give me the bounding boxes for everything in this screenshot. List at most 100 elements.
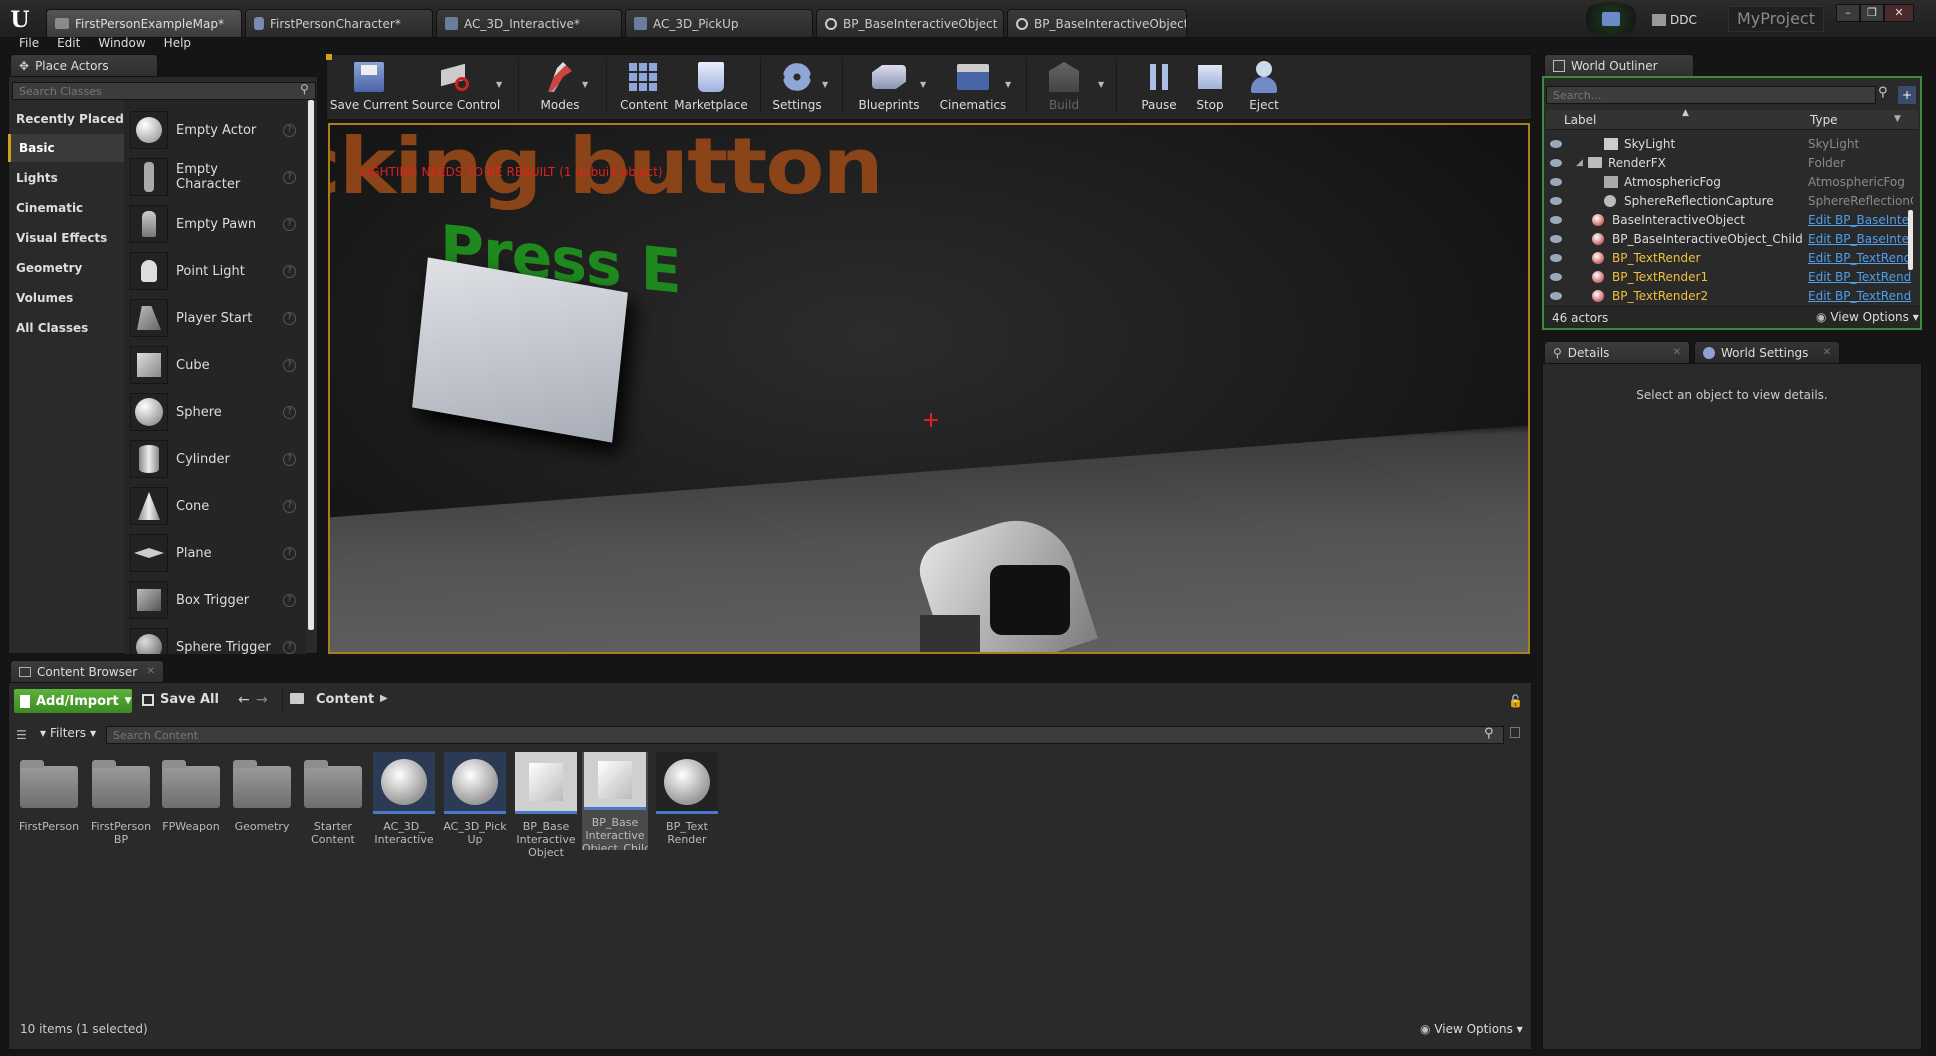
- menu-edit[interactable]: Edit: [48, 34, 89, 54]
- content-view-options[interactable]: ◉ View Options ▾: [1420, 1022, 1523, 1036]
- tab-bp-base[interactable]: BP_BaseInteractiveObject: [816, 9, 1004, 37]
- cinematics-button[interactable]: Cinematics: [938, 56, 1008, 116]
- column-type-header[interactable]: Type: [1810, 113, 1838, 127]
- build-button[interactable]: Build: [1034, 56, 1094, 116]
- feedback-icon[interactable]: [1602, 12, 1620, 26]
- actor-empty-character[interactable]: Empty Character ?: [126, 155, 306, 199]
- tab-bp-base-2[interactable]: BP_BaseInteractiveObject: [1007, 9, 1187, 37]
- tab-world-outliner[interactable]: World Outliner: [1544, 54, 1694, 76]
- help-icon[interactable]: ?: [283, 358, 296, 372]
- outliner-search-input[interactable]: Search...: [1546, 86, 1876, 104]
- add-import-button[interactable]: Add/Import ▼: [14, 689, 132, 713]
- content-button[interactable]: Content: [612, 56, 676, 116]
- category-all-classes[interactable]: All Classes: [8, 314, 124, 342]
- forward-arrow-icon[interactable]: →: [256, 692, 268, 708]
- actor-box-trigger[interactable]: Box Trigger ?: [126, 578, 306, 622]
- outliner-row[interactable]: SphereReflectionCapture SphereReflection…: [1546, 191, 1920, 210]
- expand-arrow-icon[interactable]: ◢: [1576, 158, 1588, 168]
- outliner-row[interactable]: SkyLight SkyLight: [1546, 134, 1920, 153]
- outliner-row[interactable]: BP_BaseInteractiveObject_Child Edit BP_B…: [1546, 229, 1920, 248]
- minimize-button[interactable]: –: [1836, 4, 1860, 22]
- help-icon[interactable]: ?: [283, 499, 296, 513]
- eject-button[interactable]: Eject: [1236, 56, 1292, 116]
- source-control-button[interactable]: Source Control: [412, 56, 500, 116]
- help-icon[interactable]: ?: [283, 405, 296, 419]
- tab-ac-interactive[interactable]: AC_3D_Interactive*: [436, 9, 622, 37]
- lock-icon[interactable]: 🔓: [1508, 694, 1523, 708]
- asset-folder-fpweapon[interactable]: FPWeapon: [158, 752, 224, 833]
- actor-cone[interactable]: Cone ?: [126, 484, 306, 528]
- row-type-link[interactable]: Edit BP_TextRend: [1808, 251, 1913, 265]
- column-label-header[interactable]: Label: [1564, 113, 1596, 127]
- ddc-indicator[interactable]: DDC: [1652, 10, 1697, 30]
- row-type-link[interactable]: Edit BP_TextRend: [1808, 289, 1913, 303]
- path-chevron-icon[interactable]: ▶: [380, 693, 388, 704]
- save-current-button[interactable]: Save Current: [330, 56, 408, 116]
- sources-toggle-icon[interactable]: ☰: [16, 728, 27, 742]
- actor-empty-actor[interactable]: Empty Actor ?: [126, 108, 306, 152]
- scrollbar-thumb[interactable]: [308, 100, 314, 630]
- eye-icon[interactable]: [1550, 196, 1562, 205]
- eye-icon[interactable]: [1550, 139, 1562, 148]
- actor-plane[interactable]: Plane ?: [126, 531, 306, 575]
- row-type-link[interactable]: Edit BP_BaseInte: [1808, 232, 1913, 246]
- chevron-down-icon[interactable]: ▼: [582, 80, 588, 89]
- add-filter-button[interactable]: +: [1898, 86, 1916, 104]
- stop-button[interactable]: Stop: [1184, 56, 1236, 116]
- row-type-link[interactable]: Edit BP_BaseInte: [1808, 213, 1913, 227]
- chevron-down-icon[interactable]: ▼: [920, 80, 926, 89]
- help-icon[interactable]: ?: [283, 452, 296, 466]
- help-icon[interactable]: ?: [283, 640, 296, 654]
- close-icon[interactable]: ✕: [1823, 347, 1831, 358]
- asset-bp-text-render[interactable]: BP_Text Render: [654, 752, 720, 846]
- save-search-icon[interactable]: [1510, 727, 1520, 738]
- marketplace-button[interactable]: Marketplace: [674, 56, 748, 116]
- settings-button[interactable]: Settings: [766, 56, 828, 116]
- actor-cube[interactable]: Cube ?: [126, 343, 306, 387]
- category-geometry[interactable]: Geometry: [8, 254, 124, 282]
- close-icon[interactable]: ✕: [147, 666, 155, 677]
- filters-button[interactable]: ▾ Filters ▼: [40, 726, 96, 740]
- asset-folder-starter-content[interactable]: Starter Content: [300, 752, 366, 846]
- category-volumes[interactable]: Volumes: [8, 284, 124, 312]
- asset-ac-3d-interactive[interactable]: AC_3D_ Interactive: [371, 752, 437, 846]
- asset-ac-3d-pickup[interactable]: AC_3D_Pick Up: [442, 752, 508, 846]
- chevron-down-icon[interactable]: ▼: [1005, 80, 1011, 89]
- asset-folder-firstperson[interactable]: FirstPerson: [16, 752, 82, 833]
- category-basic[interactable]: Basic: [8, 134, 124, 162]
- eye-icon[interactable]: [1550, 234, 1562, 243]
- help-icon[interactable]: ?: [283, 170, 296, 184]
- eye-icon[interactable]: [1550, 215, 1562, 224]
- asset-folder-firstperson-bp[interactable]: FirstPerson BP: [88, 752, 154, 846]
- menu-window[interactable]: Window: [89, 34, 154, 54]
- search-content-input[interactable]: Search Content: [106, 726, 1504, 744]
- help-icon[interactable]: ?: [283, 546, 296, 560]
- outliner-row[interactable]: BaseInteractiveObject Edit BP_BaseInte: [1546, 210, 1920, 229]
- asset-bp-base-interactive[interactable]: BP_Base Interactive Object: [513, 752, 579, 859]
- chevron-down-icon[interactable]: ▼: [496, 80, 502, 89]
- chevron-down-icon[interactable]: ▼: [1098, 80, 1104, 89]
- help-icon[interactable]: ?: [283, 217, 296, 231]
- tab-map[interactable]: FirstPersonExampleMap*: [46, 9, 242, 37]
- tab-world-settings[interactable]: World Settings ✕: [1694, 341, 1840, 363]
- row-type-link[interactable]: Edit BP_TextRend: [1808, 270, 1913, 284]
- menu-help[interactable]: Help: [155, 34, 200, 54]
- tab-ac-pickup[interactable]: AC_3D_PickUp: [625, 9, 813, 37]
- menu-file[interactable]: File: [10, 34, 48, 54]
- outliner-row[interactable]: ◢ RenderFX Folder: [1546, 153, 1920, 172]
- eye-icon[interactable]: [1550, 272, 1562, 281]
- outliner-row[interactable]: AtmosphericFog AtmosphericFog: [1546, 172, 1920, 191]
- search-classes-input[interactable]: Search Classes: [12, 82, 316, 100]
- eye-icon[interactable]: [1550, 253, 1562, 262]
- tab-place-actors[interactable]: ✥ Place Actors: [10, 54, 158, 76]
- tab-content-browser[interactable]: Content Browser ✕: [10, 660, 164, 682]
- eye-icon[interactable]: [1550, 177, 1562, 186]
- category-cinematic[interactable]: Cinematic: [8, 194, 124, 222]
- unreal-logo[interactable]: U: [6, 6, 34, 34]
- outliner-row[interactable]: BP_TextRender2 Edit BP_TextRend: [1546, 286, 1920, 305]
- close-button[interactable]: ✕: [1884, 4, 1914, 22]
- help-icon[interactable]: ?: [283, 311, 296, 325]
- back-arrow-icon[interactable]: ←: [238, 692, 250, 708]
- actor-sphere-trigger[interactable]: Sphere Trigger ?: [126, 625, 306, 654]
- asset-folder-geometry[interactable]: Geometry: [229, 752, 295, 833]
